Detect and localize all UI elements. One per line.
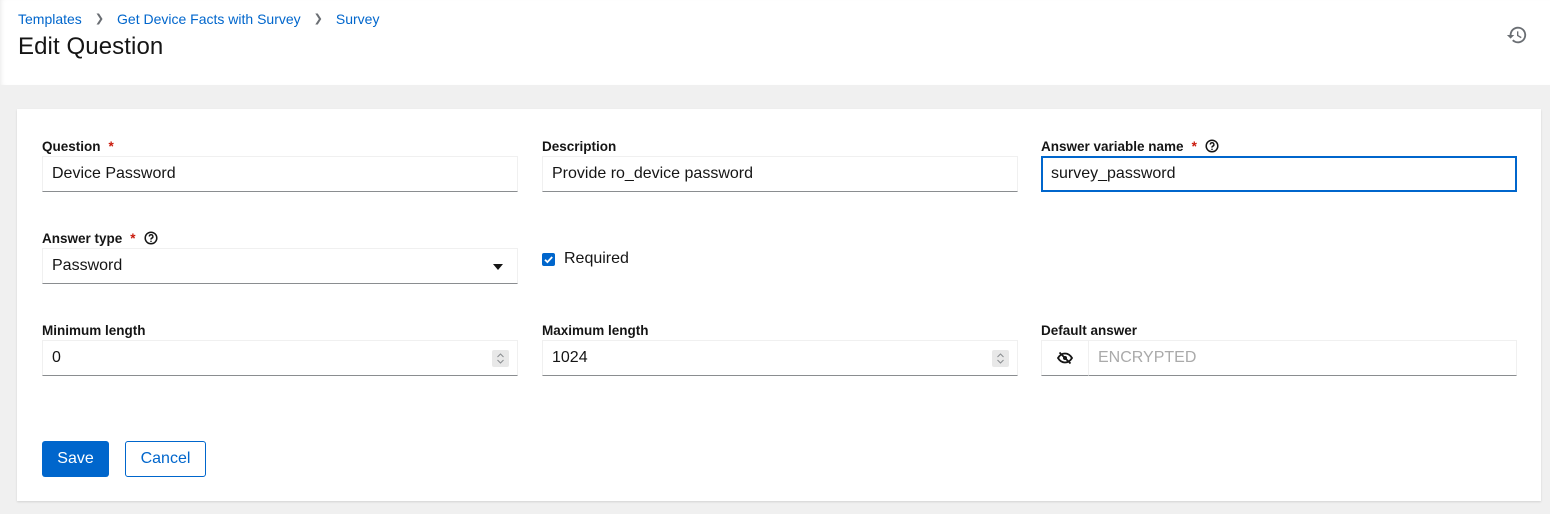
- page-header: Templates ❯ Get Device Facts with Survey…: [0, 0, 1550, 85]
- number-spinner[interactable]: [492, 350, 509, 367]
- breadcrumb-survey[interactable]: Survey: [336, 11, 380, 27]
- description-field: Description Provide ro_device password: [542, 137, 1018, 192]
- save-button[interactable]: Save: [42, 441, 109, 477]
- required-checkbox[interactable]: [542, 252, 555, 266]
- default-answer-field: Default answer ENCRYPTED: [1041, 321, 1517, 376]
- required-mark: *: [108, 138, 114, 154]
- answer-type-field: Answer type * Password: [42, 229, 518, 284]
- breadcrumb: Templates ❯ Get Device Facts with Survey…: [18, 11, 379, 27]
- required-label: Required: [564, 250, 629, 267]
- number-spinner[interactable]: [992, 350, 1009, 367]
- check-icon: [544, 255, 553, 263]
- max-length-value: 1024: [552, 349, 588, 366]
- history-icon: [1506, 26, 1527, 44]
- question-label: Question: [42, 138, 101, 154]
- eye-slash-icon: [1057, 351, 1073, 365]
- description-label: Description: [542, 138, 617, 154]
- variable-field: Answer variable name * survey_password: [1041, 137, 1517, 192]
- answer-type-value: Password: [52, 257, 123, 274]
- default-answer-input[interactable]: ENCRYPTED: [1089, 340, 1517, 376]
- min-length-input[interactable]: 0: [42, 340, 518, 376]
- question-field: Question * Device Password: [42, 137, 518, 192]
- min-length-value: 0: [52, 349, 61, 366]
- question-form: Question * Device Password Description P…: [17, 109, 1541, 501]
- spinner-arrows-icon: [997, 353, 1004, 364]
- caret-down-icon: [493, 264, 503, 270]
- help-icon[interactable]: [143, 231, 158, 245]
- spinner-arrows-icon: [497, 353, 504, 364]
- required-mark: *: [1191, 138, 1197, 154]
- description-input[interactable]: Provide ro_device password: [542, 156, 1018, 192]
- cancel-button[interactable]: Cancel: [125, 441, 206, 477]
- help-icon[interactable]: [1205, 139, 1219, 153]
- required-checkbox-row[interactable]: Required: [542, 250, 629, 268]
- page-title: Edit Question: [18, 33, 164, 60]
- min-length-field: Minimum length 0: [42, 321, 518, 376]
- question-input[interactable]: Device Password: [42, 156, 518, 192]
- max-length-field: Maximum length 1024: [542, 321, 1018, 376]
- default-answer-label: Default answer: [1041, 322, 1138, 338]
- max-length-input[interactable]: 1024: [542, 340, 1018, 376]
- breadcrumb-template[interactable]: Get Device Facts with Survey: [117, 11, 301, 27]
- breadcrumb-templates[interactable]: Templates: [18, 11, 82, 27]
- variable-input[interactable]: survey_password: [1041, 156, 1517, 192]
- min-length-label: Minimum length: [42, 322, 146, 338]
- toggle-password-visibility[interactable]: [1041, 340, 1089, 376]
- history-button[interactable]: [1506, 24, 1528, 46]
- required-mark: *: [130, 230, 136, 246]
- default-answer-group: ENCRYPTED: [1041, 340, 1517, 376]
- answer-type-label: Answer type: [42, 230, 123, 246]
- variable-label: Answer variable name: [1041, 138, 1184, 154]
- answer-type-select[interactable]: Password: [42, 248, 518, 284]
- max-length-label: Maximum length: [542, 322, 649, 338]
- chevron-right-icon: ❯: [313, 12, 323, 25]
- chevron-right-icon: ❯: [94, 12, 105, 25]
